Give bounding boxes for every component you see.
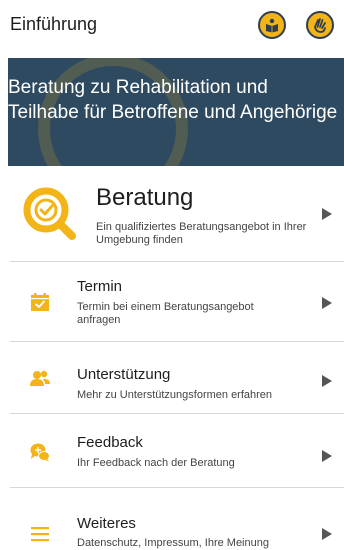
page-title: Einführung: [10, 14, 98, 34]
menu-item-subtitle: Ein qualifiziertes Beratungsangebot in I…: [96, 221, 307, 246]
chevron-right-icon: [322, 528, 332, 540]
sign-language-icon[interactable]: [306, 11, 334, 39]
hero-text: Beratung zu Rehabilitation und Teilhabe …: [8, 77, 338, 123]
book-reader-icon[interactable]: [258, 11, 286, 39]
menu-item-label: Termin: [77, 278, 123, 295]
chevron-right-icon: [322, 375, 332, 387]
menu-item-label: Feedback: [77, 434, 143, 451]
hero-banner: Beratung zu Rehabilitation und Teilhabe …: [8, 58, 344, 166]
chevron-right-icon: [322, 450, 332, 462]
menu-item-subtitle: Ihr Feedback nach der Beratung: [77, 457, 235, 469]
menu-item-label: Unterstützung: [77, 366, 171, 383]
menu-item-subtitle: Datenschutz, Impressum, Ihre Meinung: [77, 537, 269, 549]
menu-item-subtitle: Mehr zu Unterstützungsformen erfahren: [77, 389, 273, 401]
people-icon: [30, 370, 50, 386]
menu-item-weiteres[interactable]: Weiteres Datenschutz, Impressum, Ihre Me…: [0, 488, 344, 550]
chevron-right-icon: [322, 208, 332, 220]
menu-item-subtitle: Termin bei einem Beratungsangebot anfrag…: [77, 301, 254, 326]
menu-item-label: Weiteres: [77, 515, 136, 532]
app-bar: Einführung: [0, 0, 344, 52]
menu-item-label: Beratung: [96, 184, 194, 211]
chat-bubbles-icon: [30, 443, 50, 462]
search-check-icon: [23, 187, 76, 240]
chevron-right-icon: [322, 297, 332, 309]
menu-item-feedback[interactable]: Feedback Ihr Feedback nach der Beratung: [0, 414, 344, 488]
calendar-check-icon: [31, 293, 49, 311]
menu-lines-icon: [31, 527, 49, 542]
menu-item-beratung[interactable]: Beratung Ein qualifiziertes Beratungsang…: [0, 166, 344, 262]
menu-item-unterstuetzung[interactable]: Unterstützung Mehr zu Unterstützungsform…: [0, 342, 344, 414]
menu-item-termin[interactable]: Termin Termin bei einem Beratungsangebot…: [0, 262, 344, 342]
